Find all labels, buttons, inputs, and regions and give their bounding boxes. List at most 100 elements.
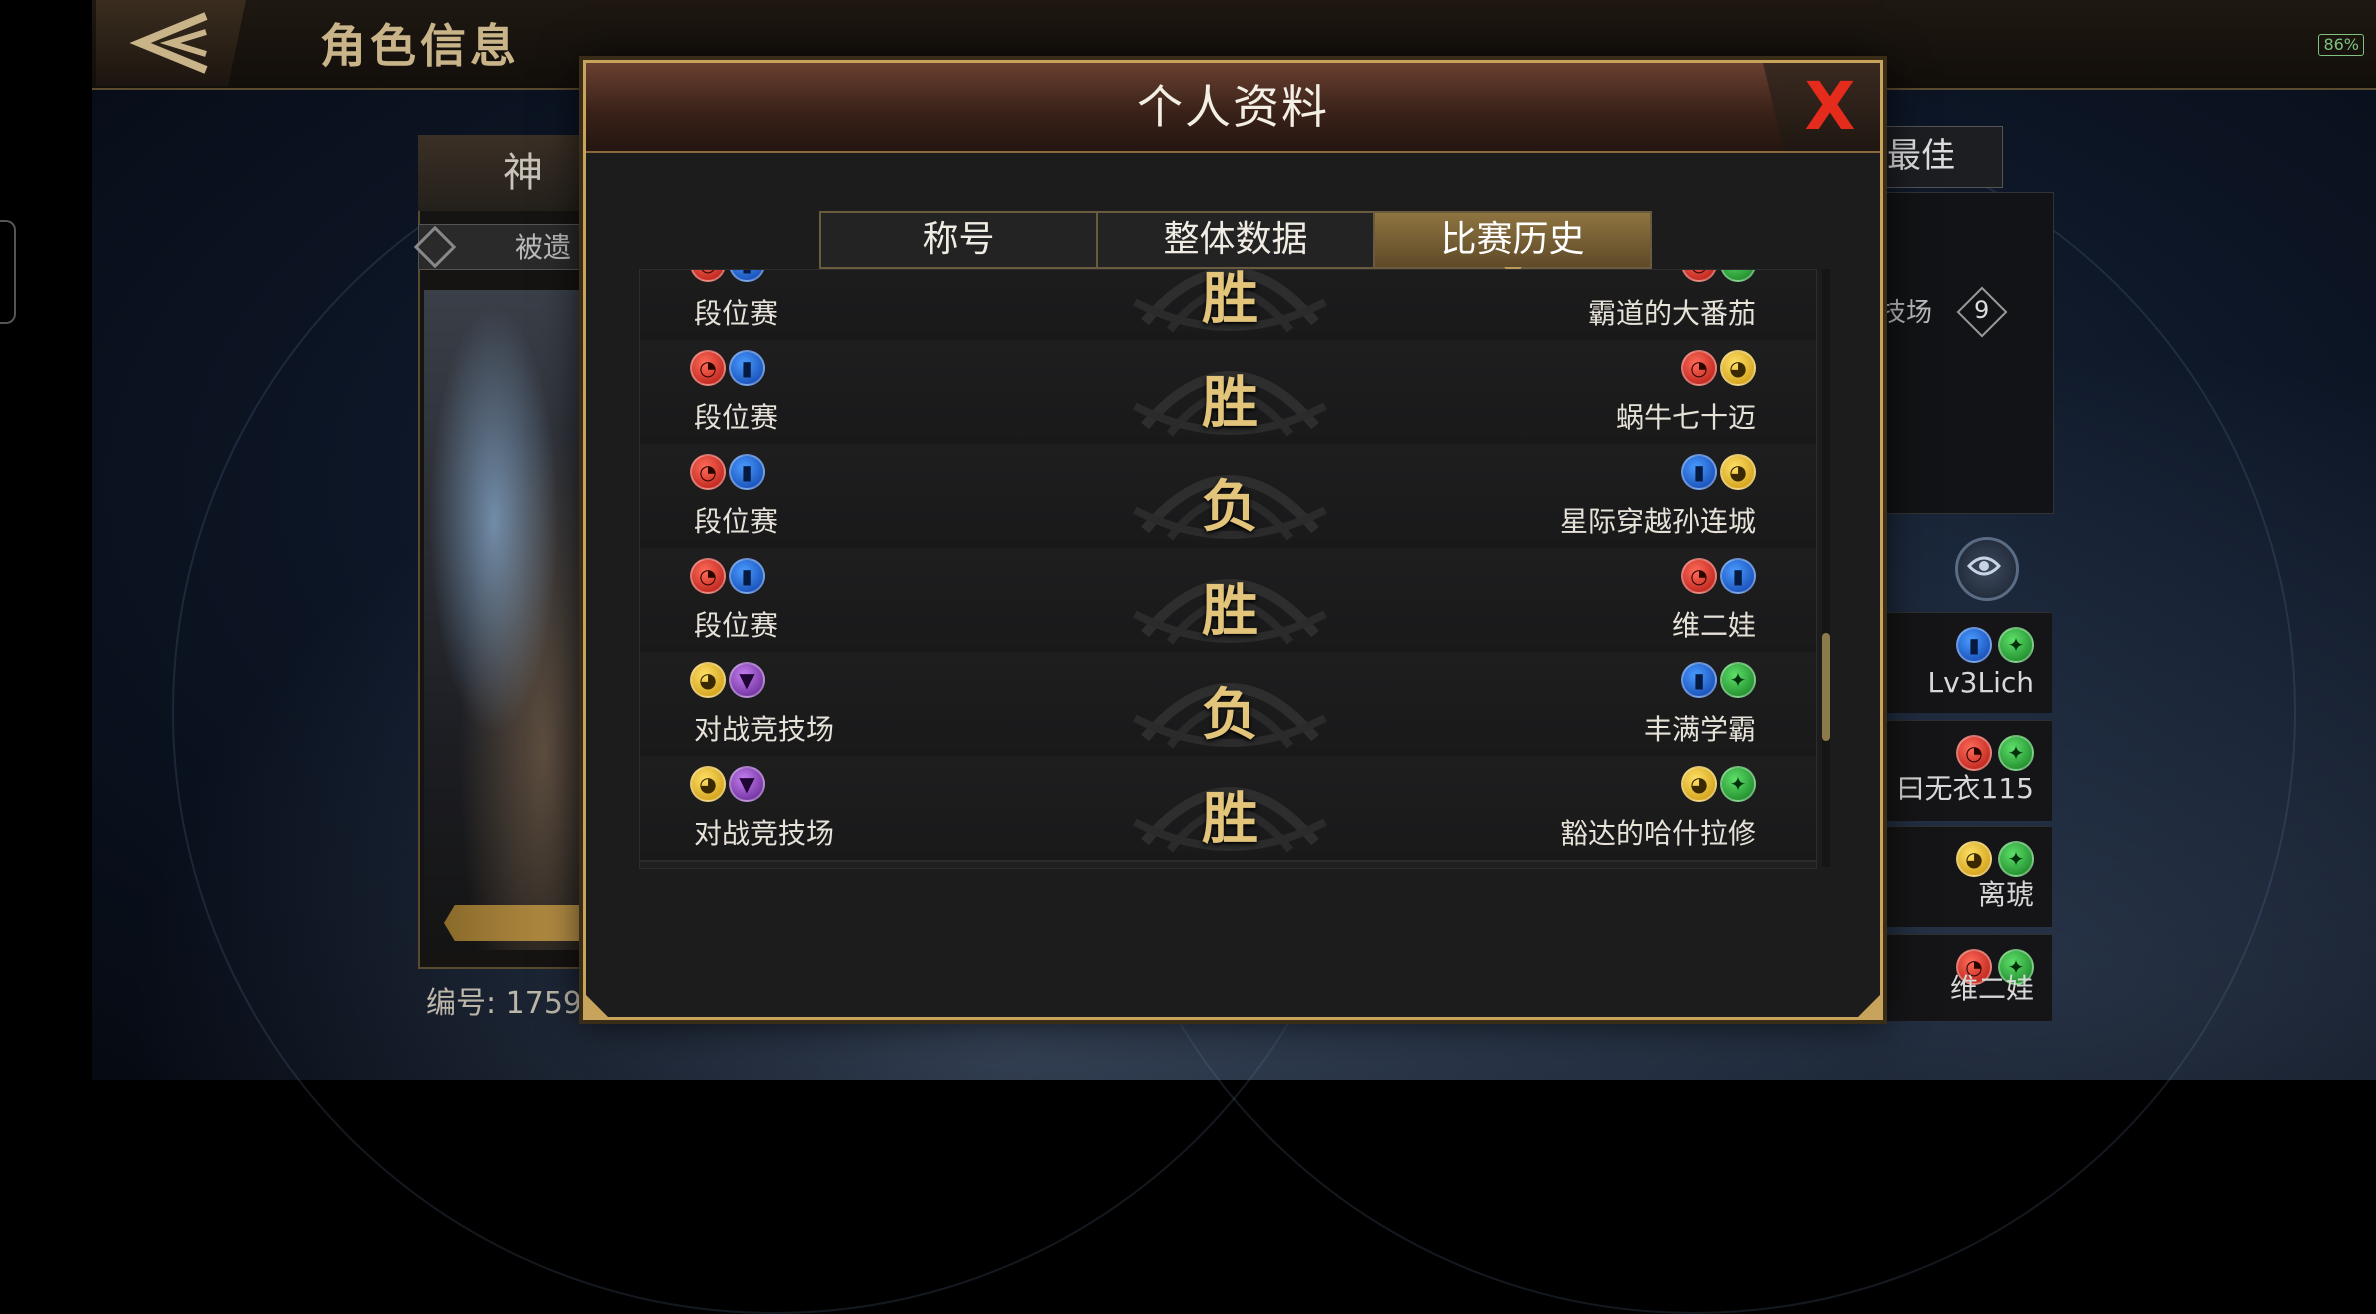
opponent-name: 霸道的大番茄 [1587,297,1756,330]
nature-class-icon: ✦ [1720,270,1756,282]
match-row[interactable]: ◔ ▮ 段位赛胜 ◔ ◕ 蜗牛七十迈 [640,340,1816,446]
beast-class-icon: ◕ [690,766,726,802]
fire-class-icon: ◔ [690,558,726,594]
nature-class-icon: ✦ [1998,841,2034,877]
scrollbar-track[interactable] [1822,269,1830,867]
beast-class-icon: ◕ [690,662,726,698]
self-class-icons: ◔▮ [690,270,765,282]
book-class-icon: ▮ [1720,558,1756,594]
fire-class-icon: ◔ [690,454,726,490]
profile-tabs: 称号 整体数据 比赛历史 [819,211,1652,277]
match-mode: 段位赛 [694,297,779,330]
corner-ornament [586,995,608,1017]
beast-class-icon: ◕ [1956,841,1992,877]
opponent-class-icons: ▮ ✦ [1681,662,1756,698]
book-class-icon: ▮ [1681,662,1717,698]
best-list-item[interactable]: ◔ ✦ 曰无衣115 [1882,720,2052,821]
anvil-class-icon: ▼ [729,766,765,802]
fire-class-icon: ◔ [690,270,726,282]
eye-icon [1967,556,2001,576]
best-list-item[interactable]: ▮ ✦ Lv3Lich [1882,612,2052,713]
corner-ornament [1858,995,1880,1017]
nature-class-icon: ✦ [1998,735,2034,771]
class-icons: ▮ ✦ [1956,627,2034,663]
best-list-item[interactable]: ◕ ✦ 离琥 [1882,826,2052,927]
nature-class-icon: ✦ [1998,627,2034,663]
opponent-name: 蜗牛七十迈 [1615,401,1756,434]
opponent-class-icons: ▮ ◕ [1681,454,1756,490]
fire-class-icon: ◔ [1956,735,1992,771]
match-result: 胜 [1202,370,1258,436]
match-row[interactable]: ◔▮段位赛胜◔✦霸道的大番茄 [640,269,1816,342]
opponent-name: 星际穿越孙连城 [1559,505,1756,538]
match-mode: 对战竞技场 [694,713,835,746]
fire-class-icon: ◔ [1681,270,1717,282]
self-class-icons: ◕ ▼ [690,662,765,698]
fire-class-icon: ◔ [1681,558,1717,594]
match-mode: 对战竞技场 [694,817,835,850]
opponent-class-icons: ◔ ▮ [1681,558,1756,594]
fire-class-icon: ◔ [1681,350,1717,386]
match-mode: 段位赛 [694,401,779,434]
best-player-name: 维二娃 [1949,972,2034,1005]
best-panel [1882,192,2054,514]
self-class-icons: ◔▮ [690,558,765,594]
battery-indicator: 86% [2318,34,2364,56]
book-class-icon: ▮ [729,454,765,490]
best-player-name: 离琥 [1977,878,2034,911]
self-class-icons: ◕ ▼ [690,766,765,802]
match-history-list[interactable]: ◔▮段位赛胜◔✦霸道的大番茄◔▮段位赛胜◔◕蜗牛七十迈◔▮段位赛负▮◕星际穿越孙… [639,269,1817,869]
beast-class-icon: ◕ [1681,766,1717,802]
match-result: 负 [1202,682,1258,748]
match-row[interactable]: ◔ ▮ 段位赛胜 ◔ ▮ 维二娃 [640,548,1816,654]
self-class-icons: ◔▮ [690,454,765,490]
match-result: 胜 [1202,269,1258,332]
book-class-icon: ▮ [1681,454,1717,490]
book-class-icon: ▮ [729,270,765,282]
anvil-class-icon: ▼ [729,662,765,698]
close-button[interactable]: X [1790,67,1870,147]
arena-count: 9 [1974,296,1990,324]
best-player-name: Lv3Lich [1927,666,2034,699]
scrollbar-thumb[interactable] [1822,633,1830,741]
match-mode: 段位赛 [694,505,779,538]
opponent-class-icons: ◕ ✦ [1681,766,1756,802]
best-player-name: 曰无衣115 [1896,772,2034,805]
back-arrow-icon [129,12,208,74]
nature-class-icon: ✦ [1720,766,1756,802]
opponent-class-icons: ◔✦ [1681,270,1756,282]
match-result: 胜 [1202,578,1258,644]
match-result: 负 [1202,474,1258,540]
beast-class-icon: ◕ [1720,350,1756,386]
match-row[interactable]: ◕ ▼ 对战竞技场 负 ▮ ✦ 丰满学霸 [640,652,1816,758]
nature-class-icon: ✦ [1720,662,1756,698]
fire-class-icon: ◔ [690,350,726,386]
opponent-name: 豁达的哈什拉修 [1559,817,1756,850]
class-icons: ◔ ✦ [1956,735,2034,771]
class-icons: ◕ ✦ [1956,841,2034,877]
edge-handle[interactable] [0,220,16,324]
book-class-icon: ▮ [1956,627,1992,663]
match-result: 胜 [1202,786,1258,852]
tab-overall-stats[interactable]: 整体数据 [1098,213,1375,267]
beast-class-icon: ◕ [1720,454,1756,490]
profile-dialog: 个人资料 X 称号 整体数据 比赛历史 ◔▮段位赛胜◔✦霸道的大番茄◔▮段位赛胜… [583,60,1883,1020]
eye-button[interactable] [1955,537,2019,601]
match-row[interactable]: ◕ ▼ 对战竞技场胜 ◕ ✦ 豁达的哈什拉修 [640,756,1816,862]
opponent-name: 维二娃 [1671,609,1756,642]
tab-title[interactable]: 称号 [821,213,1098,267]
back-button[interactable] [96,0,246,86]
match-row[interactable]: ◔ ▮ 段位赛负 ▮ ◕ 星际穿越孙连城 [640,444,1816,550]
opponent-class-icons: ◔ ◕ [1681,350,1756,386]
book-class-icon: ▮ [729,350,765,386]
arena-label: 技场 [1880,298,1933,328]
best-list-item[interactable]: ◔ ✦ 维二娃 [1882,934,2052,1021]
tab-match-history[interactable]: 比赛历史 [1375,213,1650,277]
book-class-icon: ▮ [729,558,765,594]
self-class-icons: ◔▮ [690,350,765,386]
player-id-label: 编号: 1759 [426,986,582,1021]
dialog-title: 个人资料 [1137,80,1329,134]
best-tab[interactable]: 最佳 [1882,126,2003,188]
match-mode: 段位赛 [694,609,779,642]
opponent-name: 丰满学霸 [1643,713,1756,746]
